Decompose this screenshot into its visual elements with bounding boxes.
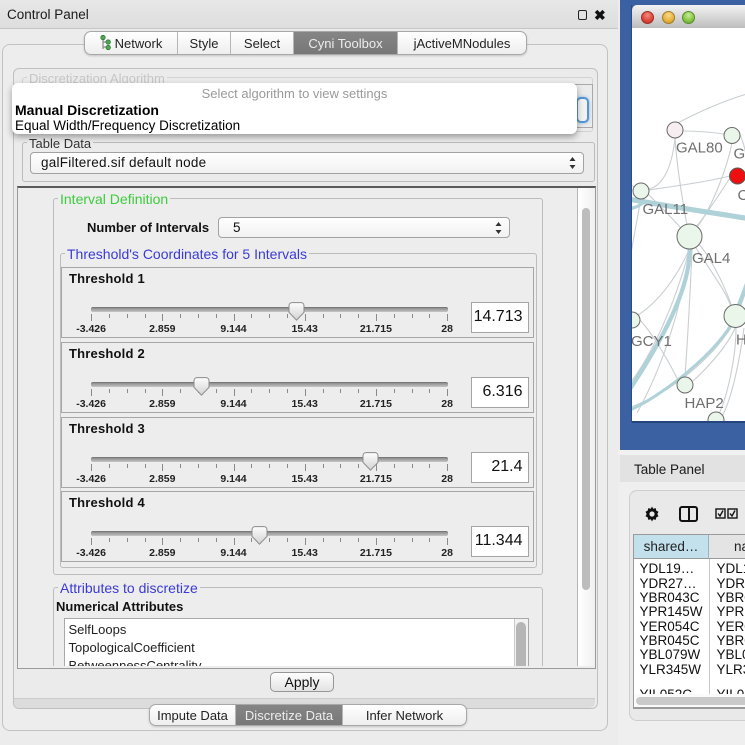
svg-text:HAP2: HAP2 [685,395,724,412]
svg-text:GAL11: GAL11 [643,201,689,218]
svg-text:C: C [738,187,745,204]
svg-text:GAL80: GAL80 [676,140,723,157]
svg-text:H: H [736,332,745,349]
svg-text:GA: GA [734,146,745,163]
svg-text:GAL4: GAL4 [692,250,730,267]
svg-text:GCY1: GCY1 [632,333,672,350]
